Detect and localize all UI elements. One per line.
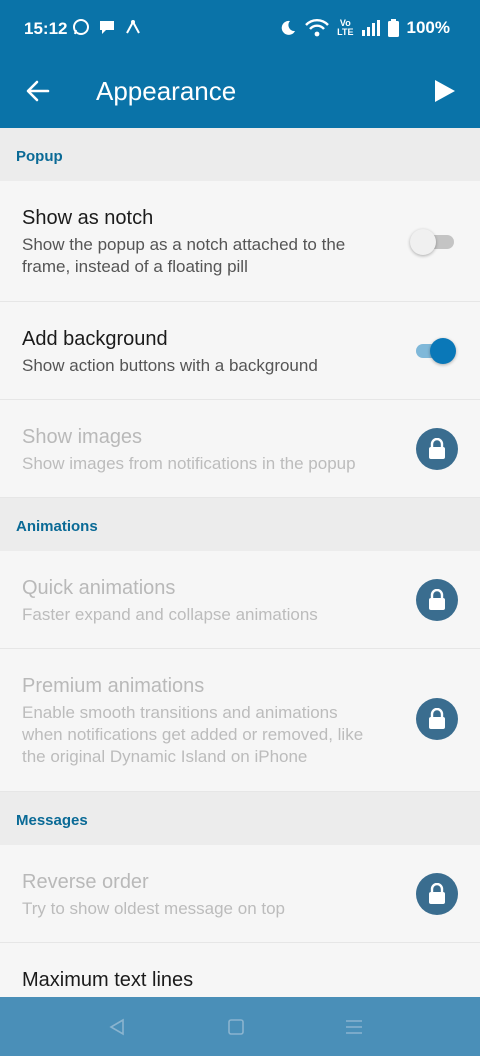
menu-lines-icon[interactable] xyxy=(342,1015,366,1039)
setting-title: Add background xyxy=(22,328,168,350)
toggle-thumb xyxy=(430,338,456,364)
volte-label: Vo LTE xyxy=(337,19,353,37)
setting-title: Show images xyxy=(22,426,143,448)
setting-subtitle: Show the popup as a notch attached to th… xyxy=(22,235,346,276)
setting-show-images[interactable]: Show images Show images from notificatio… xyxy=(0,400,480,498)
toggle-thumb xyxy=(410,229,436,255)
notification-icons xyxy=(72,18,142,36)
premium-lock-button[interactable] xyxy=(416,428,458,470)
page-title: Appearance xyxy=(96,76,237,106)
setting-subtitle: Show images from notifications in the po… xyxy=(22,454,356,473)
setting-subtitle: Try to show oldest message on top xyxy=(22,899,286,918)
settings-list: Popup Show as notch Show the popup as a … xyxy=(0,128,480,997)
moon-icon xyxy=(281,20,296,35)
setting-add-background[interactable]: Add background Show action buttons with … xyxy=(0,302,480,400)
premium-lock-button[interactable] xyxy=(416,698,458,740)
lock-icon xyxy=(429,883,445,904)
setting-title: Show as notch xyxy=(22,207,154,229)
lock-icon xyxy=(429,708,445,729)
whatsapp-icon xyxy=(73,19,89,35)
setting-show-as-notch[interactable]: Show as notch Show the popup as a notch … xyxy=(0,181,480,302)
setting-reverse-order[interactable]: Reverse order Try to show oldest message… xyxy=(0,845,480,943)
setting-title: Reverse order xyxy=(22,871,149,893)
setting-premium-animations[interactable]: Premium animations Enable smooth transit… xyxy=(0,649,480,792)
setting-maximum-text-lines[interactable]: Maximum text lines xyxy=(0,943,480,997)
setting-title: Maximum text lines xyxy=(22,969,194,991)
premium-lock-button[interactable] xyxy=(416,873,458,915)
app-notification-icon xyxy=(126,19,140,34)
battery-icon xyxy=(387,19,399,37)
lock-icon xyxy=(429,589,445,610)
chat-bubble-icon xyxy=(100,21,114,34)
status-time: 15:12 xyxy=(24,19,68,38)
volte-bottom: LTE xyxy=(337,27,354,37)
setting-subtitle: Show action buttons with a background xyxy=(22,356,318,375)
setting-subtitle: Enable smooth transitions and animations… xyxy=(22,703,364,766)
section-header-popup: Popup xyxy=(0,128,480,181)
system-nav-bar xyxy=(0,997,480,1056)
square-home-icon[interactable] xyxy=(224,1015,248,1039)
add-background-toggle[interactable] xyxy=(412,336,456,364)
signal-icon xyxy=(361,20,380,36)
section-header-messages: Messages xyxy=(0,792,480,845)
setting-subtitle: Faster expand and collapse animations xyxy=(22,605,318,624)
setting-title: Premium animations xyxy=(22,675,205,697)
section-header-animations: Animations xyxy=(0,498,480,551)
system-icons: Vo LTE 100% xyxy=(279,18,450,38)
wifi-icon xyxy=(305,19,330,37)
show-as-notch-toggle[interactable] xyxy=(410,227,456,255)
back-arrow-icon[interactable] xyxy=(24,77,52,105)
battery-percent: 100% xyxy=(406,18,450,37)
toolbar: Appearance xyxy=(0,58,480,128)
setting-quick-animations[interactable]: Quick animations Faster expand and colla… xyxy=(0,551,480,649)
play-icon[interactable] xyxy=(430,77,458,105)
lock-icon xyxy=(429,438,445,459)
triangle-back-icon[interactable] xyxy=(106,1015,130,1039)
app-bar: 15:12 Vo LTE 100% Appearance xyxy=(0,0,480,128)
status-bar: 15:12 Vo LTE 100% xyxy=(0,0,480,58)
premium-lock-button[interactable] xyxy=(416,579,458,621)
setting-title: Quick animations xyxy=(22,577,176,599)
